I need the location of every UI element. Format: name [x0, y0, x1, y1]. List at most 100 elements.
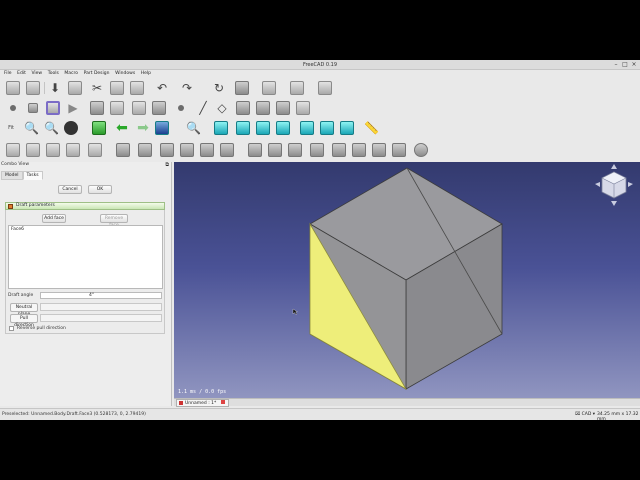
top-view-icon[interactable] — [256, 121, 270, 135]
forward-arrow-icon[interactable]: ➡ — [136, 121, 150, 135]
draft-panel-header[interactable]: Draft parameters — [5, 202, 165, 210]
copy-icon[interactable] — [110, 81, 124, 95]
menu-file[interactable]: File — [4, 70, 12, 78]
tab-close-icon[interactable] — [220, 400, 225, 404]
bounding-box-icon[interactable] — [92, 121, 106, 135]
box-icon[interactable] — [318, 81, 332, 95]
3d-scene[interactable] — [174, 162, 640, 398]
zoom-icon[interactable]: 🔍 — [24, 121, 39, 135]
draw-style-icon[interactable] — [64, 121, 78, 135]
redo-icon[interactable]: ↷ — [180, 81, 194, 95]
nav-right-arrow-icon[interactable] — [628, 182, 633, 187]
thickness-icon[interactable] — [392, 143, 406, 157]
reverse-pull-checkbox[interactable] — [9, 326, 14, 331]
chamfer-icon[interactable] — [352, 143, 366, 157]
local-cs-icon[interactable] — [236, 101, 250, 115]
hole-icon[interactable] — [138, 143, 152, 157]
whats-this-icon[interactable] — [235, 81, 249, 95]
3d-viewport[interactable]: 1.1 ms / 0.0 fps — [174, 162, 640, 398]
std-view-zoom-icon[interactable]: 🔍 — [186, 121, 201, 135]
multitransform-icon[interactable] — [310, 143, 324, 157]
left-view-icon[interactable] — [340, 121, 354, 135]
datum-plane-icon[interactable]: ◇ — [215, 101, 229, 115]
revolution-icon[interactable] — [26, 143, 40, 157]
menu-tools[interactable]: Tools — [48, 70, 59, 78]
back-arrow-icon[interactable]: ⬅ — [115, 121, 129, 135]
refresh-icon[interactable]: ↻ — [212, 81, 226, 95]
menu-edit[interactable]: Edit — [17, 70, 26, 78]
cut-icon[interactable]: ✂ — [90, 81, 104, 95]
navigation-style-selector[interactable]: ⌧ CAD ▾ — [575, 412, 595, 417]
mirrored-icon[interactable] — [248, 143, 262, 157]
bottom-view-icon[interactable] — [320, 121, 334, 135]
validate-sketch-icon[interactable] — [152, 101, 166, 115]
subtractive-pipe-icon[interactable] — [200, 143, 214, 157]
pull-direction-button[interactable]: Pull direction — [10, 314, 38, 328]
linear-pattern-icon[interactable] — [268, 143, 282, 157]
isometric-view-icon[interactable] — [214, 121, 228, 135]
open-file-icon[interactable] — [26, 81, 40, 95]
groove-icon[interactable] — [160, 143, 174, 157]
print-icon[interactable] — [68, 81, 82, 95]
undo-icon[interactable]: ↶ — [155, 81, 169, 95]
additive-loft-icon[interactable] — [46, 143, 60, 157]
paste-icon[interactable] — [130, 81, 144, 95]
document-tab[interactable]: Unnamed : 1* — [176, 399, 229, 407]
boolean-icon[interactable] — [414, 143, 428, 157]
close-icon[interactable]: × — [630, 61, 638, 69]
cancel-button[interactable]: Cancel — [58, 185, 82, 194]
new-file-icon[interactable] — [6, 81, 20, 95]
create-part-icon[interactable] — [110, 101, 124, 115]
create-body-icon[interactable] — [90, 101, 104, 115]
remove-face-button[interactable]: Remove face — [100, 214, 128, 228]
record-macro-icon[interactable] — [10, 105, 16, 111]
nav-up-arrow-icon[interactable] — [611, 164, 617, 169]
part-design-icon[interactable] — [290, 81, 304, 95]
pad-icon[interactable] — [6, 143, 20, 157]
sketch-icon[interactable] — [132, 101, 146, 115]
rear-view-icon[interactable] — [300, 121, 314, 135]
face-list-item[interactable]: Face6 — [11, 227, 160, 232]
menu-macro[interactable]: Macro — [64, 70, 78, 78]
menu-view[interactable]: View — [31, 70, 42, 78]
menu-windows[interactable]: Windows — [115, 70, 135, 78]
front-view-icon[interactable] — [236, 121, 250, 135]
menu-part-design[interactable]: Part Design — [84, 70, 110, 78]
ok-button[interactable]: OK — [88, 185, 112, 194]
navigation-cube[interactable] — [595, 164, 633, 206]
pocket-icon[interactable] — [116, 143, 130, 157]
subshape-binder-icon[interactable] — [276, 101, 290, 115]
execute-macro-icon[interactable]: ▶ — [66, 101, 80, 115]
shape-binder-icon[interactable] — [256, 101, 270, 115]
minimize-icon[interactable]: – — [612, 61, 620, 69]
additive-pipe-icon[interactable] — [66, 143, 80, 157]
subtractive-loft-icon[interactable] — [180, 143, 194, 157]
clone-icon[interactable] — [296, 101, 310, 115]
subtractive-helix-icon[interactable] — [220, 143, 234, 157]
add-face-button[interactable]: Add face — [42, 214, 66, 223]
measure-icon[interactable]: 📏 — [364, 121, 379, 135]
menu-help[interactable]: Help — [141, 70, 151, 78]
maximize-icon[interactable]: □ — [621, 61, 629, 69]
save-icon[interactable]: ⬇ — [48, 81, 62, 95]
datum-point-icon[interactable] — [178, 105, 184, 111]
tab-model[interactable]: Model — [1, 171, 23, 180]
stop-macro-icon[interactable] — [28, 103, 38, 113]
box-zoom-icon[interactable]: 🔍 — [44, 121, 59, 135]
fit-all-icon[interactable]: Fit — [4, 121, 18, 135]
polar-pattern-icon[interactable] — [288, 143, 302, 157]
nav-down-arrow-icon[interactable] — [611, 201, 617, 206]
fillet-icon[interactable] — [332, 143, 346, 157]
neutral-plane-button[interactable]: Neutral plane — [10, 303, 38, 317]
right-view-icon[interactable] — [276, 121, 290, 135]
additive-helix-icon[interactable] — [88, 143, 102, 157]
tab-tasks[interactable]: Tasks — [22, 171, 43, 180]
nav-left-arrow-icon[interactable] — [595, 182, 600, 187]
link-icon[interactable] — [155, 121, 169, 135]
macros-icon[interactable] — [46, 101, 60, 115]
combo-close-icon[interactable]: ⧉ — [165, 162, 169, 168]
draft-icon[interactable] — [372, 143, 386, 157]
datum-line-icon[interactable]: ╱ — [196, 101, 210, 115]
draft-angle-input[interactable]: 4° — [40, 292, 162, 299]
workbench-icon[interactable] — [262, 81, 276, 95]
